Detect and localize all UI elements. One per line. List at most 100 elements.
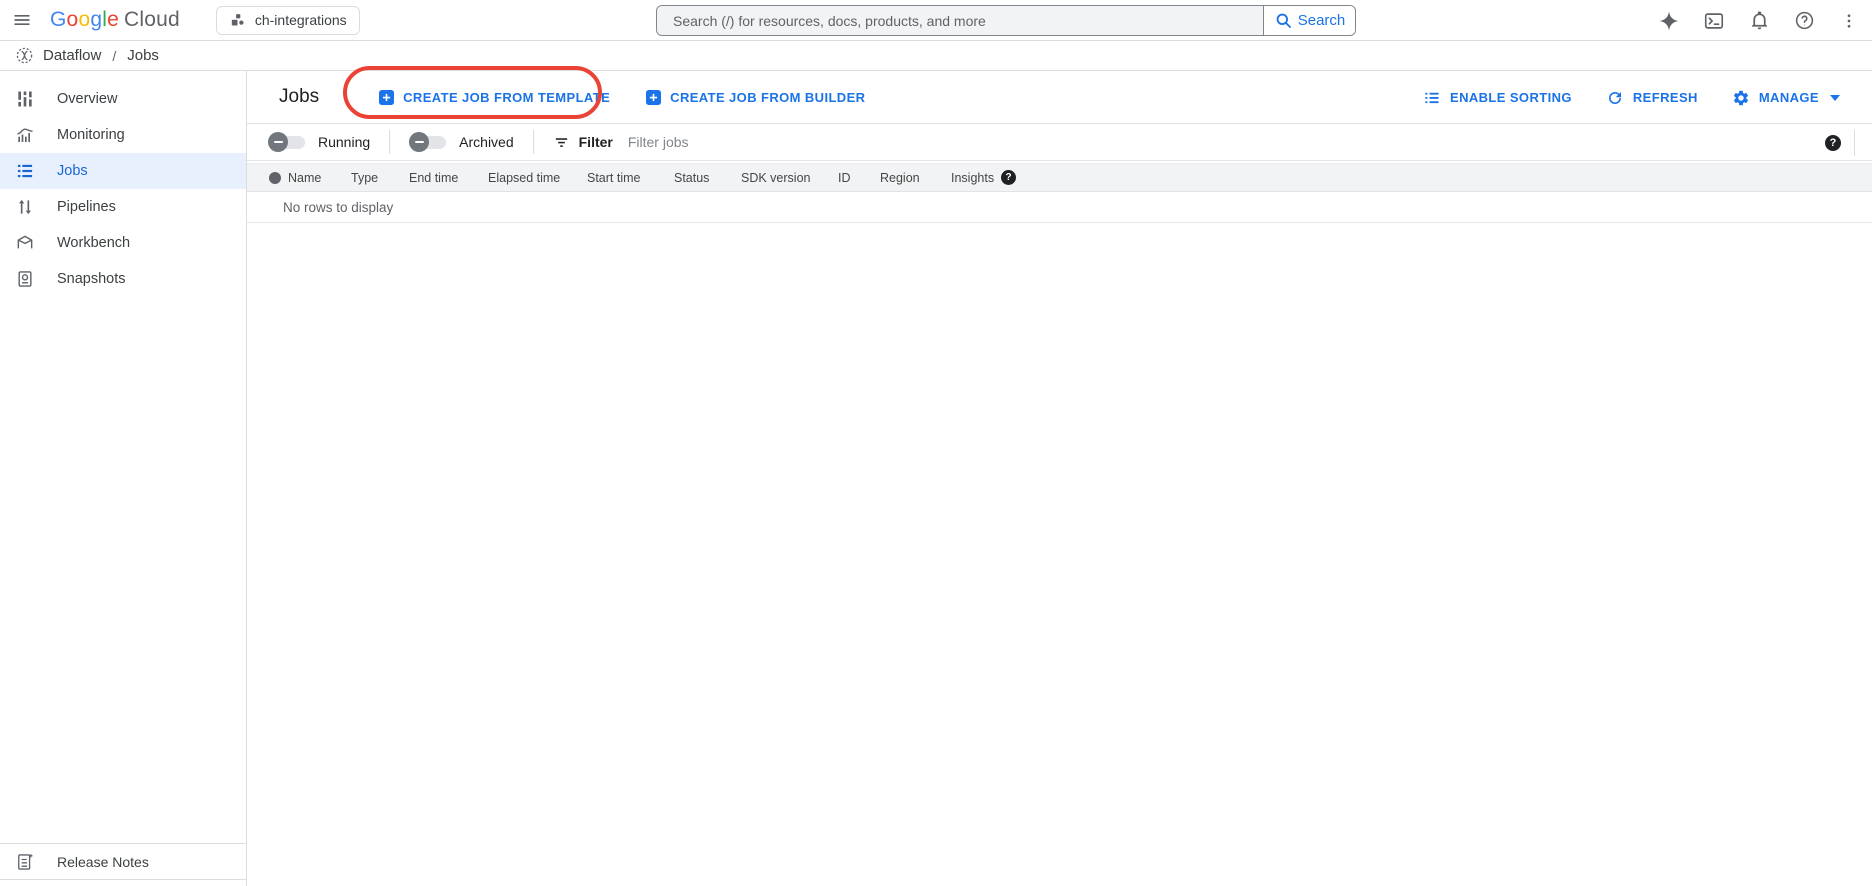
release-notes-icon <box>15 852 35 872</box>
create-job-from-template-button[interactable]: CREATE JOB FROM TEMPLATE <box>379 90 610 105</box>
archived-toggle-label: Archived <box>459 134 513 150</box>
top-right-icons <box>1656 0 1862 41</box>
sidebar-item-label: Monitoring <box>57 127 125 143</box>
status-dot-icon <box>269 172 281 184</box>
search-input[interactable] <box>657 6 1263 35</box>
column-header-insights[interactable]: Insights? <box>951 170 1016 185</box>
create-template-label: CREATE JOB FROM TEMPLATE <box>403 90 610 105</box>
divider <box>533 130 534 154</box>
content-area: Overview Monitoring Jobs Pipelines Workbench… <box>0 71 1872 886</box>
enable-sorting-button[interactable]: ENABLE SORTING <box>1423 89 1572 107</box>
breadcrumb: Dataflow / Jobs <box>0 41 1872 71</box>
sidebar-item-jobs[interactable]: Jobs <box>0 153 246 189</box>
workbench-icon <box>15 233 35 253</box>
sidebar-item-pipelines[interactable]: Pipelines <box>0 189 246 225</box>
column-header-elapsed-time[interactable]: Elapsed time <box>488 171 587 185</box>
chevron-down-icon <box>1830 95 1840 101</box>
insights-help-icon[interactable]: ? <box>1001 170 1016 185</box>
sidebar-item-label: Snapshots <box>57 271 126 287</box>
google-cloud-logo[interactable]: Google Cloud <box>50 8 180 32</box>
filter-chip[interactable]: Filter <box>553 134 613 151</box>
empty-message: No rows to display <box>283 200 393 215</box>
pipelines-icon <box>15 197 35 217</box>
column-header-id[interactable]: ID <box>838 171 880 185</box>
dataflow-icon <box>15 46 34 65</box>
search-button-label: Search <box>1298 12 1346 29</box>
more-vertical-icon[interactable] <box>1836 8 1862 34</box>
main-panel: Jobs CREATE JOB FROM TEMPLATE CREATE JOB… <box>247 71 1872 886</box>
help-icon[interactable] <box>1791 8 1817 34</box>
filter-bar: Running Archived Filter ? <box>247 124 1872 161</box>
sidebar-item-label: Release Notes <box>57 854 149 870</box>
filter-jobs-input[interactable] <box>628 134 928 150</box>
logo-cloud: Cloud <box>124 8 180 32</box>
column-header-label: Insights <box>951 171 994 185</box>
global-search: Search <box>656 5 1356 36</box>
manage-button[interactable]: MANAGE <box>1732 89 1840 107</box>
plus-box-icon <box>646 90 661 105</box>
running-toggle-label: Running <box>318 134 370 150</box>
search-button[interactable]: Search <box>1263 6 1355 35</box>
project-selector[interactable]: ch-integrations <box>216 6 360 35</box>
column-header-label: Elapsed time <box>488 171 560 185</box>
sidebar-item-label: Workbench <box>57 235 130 251</box>
column-header-label: SDK version <box>741 171 810 185</box>
logo-google: Google <box>50 8 119 32</box>
menu-hamburger-icon[interactable] <box>2 0 42 40</box>
column-header-label: Type <box>351 171 378 185</box>
column-header-label: ID <box>838 171 851 185</box>
notifications-bell-icon[interactable] <box>1746 8 1772 34</box>
column-header-start-time[interactable]: Start time <box>587 171 674 185</box>
filter-label: Filter <box>579 134 613 150</box>
page-header: Jobs CREATE JOB FROM TEMPLATE CREATE JOB… <box>247 71 1872 124</box>
column-header-label: Status <box>674 171 709 185</box>
filter-bar-right: ? <box>1825 124 1855 161</box>
jobs-list-icon <box>15 161 35 181</box>
header-actions: ENABLE SORTING REFRESH MANAGE <box>1423 71 1872 124</box>
sidebar-item-overview[interactable]: Overview <box>0 81 246 117</box>
page-title: Jobs <box>279 86 319 108</box>
sort-list-icon <box>1423 89 1441 107</box>
sidebar-item-label: Overview <box>57 91 117 107</box>
divider <box>389 130 390 154</box>
running-toggle[interactable] <box>268 132 305 152</box>
sidebar-item-label: Pipelines <box>57 199 116 215</box>
overview-icon <box>15 89 35 109</box>
cloud-shell-icon[interactable] <box>1701 8 1727 34</box>
project-icon <box>229 12 246 29</box>
sidebar-item-workbench[interactable]: Workbench <box>0 225 246 261</box>
column-header-name[interactable]: Name <box>288 171 351 185</box>
sidebar-item-monitoring[interactable]: Monitoring <box>0 117 246 153</box>
archived-toggle[interactable] <box>409 132 446 152</box>
breadcrumb-separator: / <box>110 48 118 64</box>
column-header-label: Name <box>288 171 321 185</box>
breadcrumb-product[interactable]: Dataflow <box>43 47 101 64</box>
column-header-sdk-version[interactable]: SDK version <box>741 171 838 185</box>
column-header-status[interactable]: Status <box>674 171 741 185</box>
monitoring-icon <box>15 125 35 145</box>
column-header-label: End time <box>409 171 458 185</box>
manage-label: MANAGE <box>1759 90 1819 105</box>
column-header-type[interactable]: Type <box>351 171 409 185</box>
help-question-icon[interactable]: ? <box>1825 135 1841 151</box>
gcp-console-page: Google Cloud ch-integrations Search <box>0 0 1872 886</box>
create-job-from-builder-button[interactable]: CREATE JOB FROM BUILDER <box>646 90 865 105</box>
sidebar-item-snapshots[interactable]: Snapshots <box>0 261 246 297</box>
create-builder-label: CREATE JOB FROM BUILDER <box>670 90 865 105</box>
top-app-bar: Google Cloud ch-integrations Search <box>0 0 1872 41</box>
gear-icon <box>1732 89 1750 107</box>
create-buttons: CREATE JOB FROM TEMPLATE CREATE JOB FROM… <box>379 90 865 105</box>
column-header-region[interactable]: Region <box>880 171 951 185</box>
project-name: ch-integrations <box>255 12 347 28</box>
sidebar-nav: Overview Monitoring Jobs Pipelines Workbench… <box>0 71 247 886</box>
divider <box>1854 130 1855 156</box>
gemini-sparkle-icon[interactable] <box>1656 8 1682 34</box>
sidebar-item-release-notes[interactable]: Release Notes <box>0 843 246 880</box>
breadcrumb-page: Jobs <box>127 47 159 64</box>
refresh-button[interactable]: REFRESH <box>1606 89 1698 107</box>
plus-box-icon <box>379 90 394 105</box>
search-icon <box>1274 11 1293 30</box>
enable-sorting-label: ENABLE SORTING <box>1450 90 1572 105</box>
table-header-row: Name Type End time Elapsed time Start timeSt… <box>247 163 1872 192</box>
column-header-end-time[interactable]: End time <box>409 171 488 185</box>
